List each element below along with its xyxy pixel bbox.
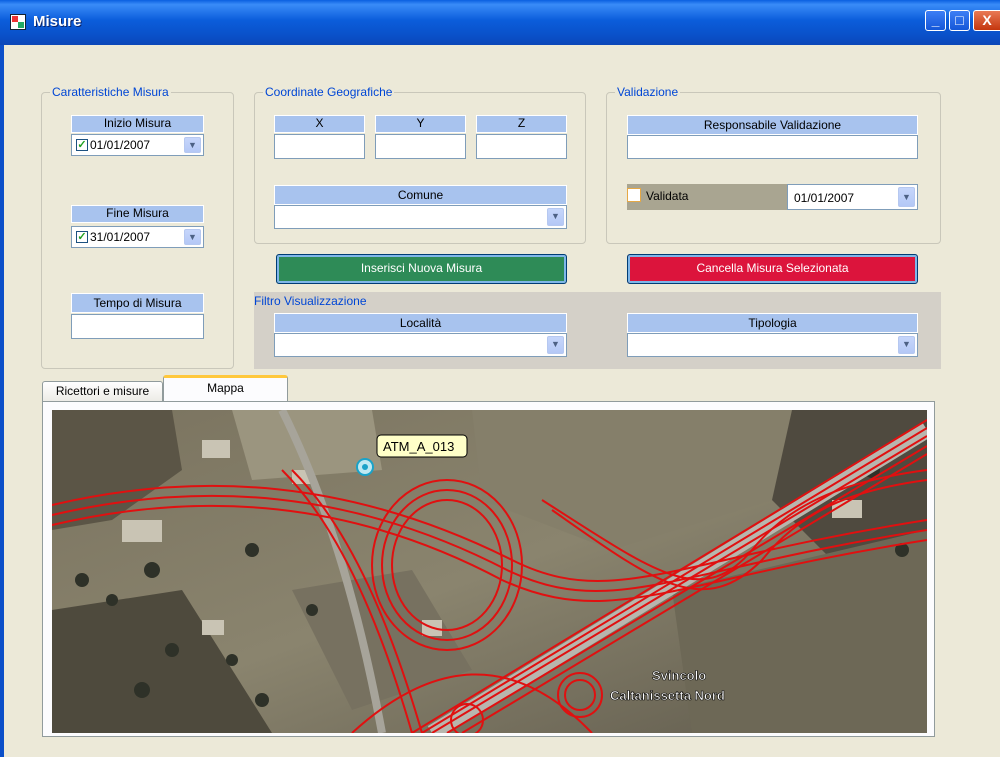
- fine-misura-datepicker[interactable]: ✓ 31/01/2007 ▼: [71, 226, 204, 248]
- comune-label: Comune: [274, 185, 567, 205]
- validazione-date-value: 01/01/2007: [794, 191, 855, 205]
- x-label: X: [274, 115, 365, 133]
- validata-checkbox[interactable]: [627, 188, 641, 202]
- fine-misura-value: 31/01/2007: [90, 230, 151, 244]
- validata-label: Validata: [646, 189, 689, 203]
- chevron-down-icon[interactable]: ▼: [898, 187, 915, 207]
- maximize-button[interactable]: □: [949, 10, 970, 31]
- localita-select[interactable]: ▼: [274, 333, 567, 357]
- inizio-misura-value: 01/01/2007: [90, 138, 151, 152]
- map-view[interactable]: ATM_A_013 Svincolo Caltanissetta Nord: [52, 410, 927, 733]
- z-label: Z: [476, 115, 567, 133]
- responsabile-label: Responsabile Validazione: [627, 115, 918, 135]
- localita-label: Località: [274, 313, 567, 333]
- y-label: Y: [375, 115, 466, 133]
- inizio-misura-datepicker[interactable]: ✓ 01/01/2007 ▼: [71, 134, 204, 156]
- chevron-down-icon[interactable]: ▼: [184, 137, 201, 153]
- comune-select[interactable]: ▼: [274, 205, 567, 229]
- map-place-line1: Svincolo: [652, 668, 706, 683]
- title-bar[interactable]: Misure _ □ X: [0, 0, 1000, 45]
- misure-window: Misure _ □ X Caratteristiche Misura Iniz…: [0, 0, 1000, 757]
- close-button[interactable]: X: [973, 10, 1000, 31]
- chevron-down-icon[interactable]: ▼: [547, 336, 564, 354]
- window-title: Misure: [33, 13, 82, 30]
- inserisci-misura-button[interactable]: Inserisci Nuova Misura: [276, 254, 567, 284]
- map-marker-label: ATM_A_013: [383, 439, 454, 454]
- z-input[interactable]: [476, 134, 567, 159]
- window-frame: [0, 45, 4, 757]
- fine-misura-label: Fine Misura: [71, 205, 204, 223]
- map-marker-icon[interactable]: [356, 458, 374, 476]
- caratteristiche-group-label: Caratteristiche Misura: [50, 85, 171, 99]
- tipologia-select[interactable]: ▼: [627, 333, 918, 357]
- tab-ricettori-misure[interactable]: Ricettori e misure: [42, 381, 163, 402]
- filtro-label: Filtro Visualizzazione: [254, 294, 367, 308]
- chevron-down-icon[interactable]: ▼: [898, 336, 915, 354]
- coordinate-group-label: Coordinate Geografiche: [263, 85, 395, 99]
- map-place-line2: Caltanissetta Nord: [610, 688, 725, 703]
- minimize-button[interactable]: _: [925, 10, 946, 31]
- tipologia-label: Tipologia: [627, 313, 918, 333]
- validata-panel: Validata: [627, 184, 787, 210]
- app-window-icon: [10, 14, 26, 30]
- validazione-datepicker[interactable]: 01/01/2007 ▼: [787, 184, 918, 210]
- chevron-down-icon[interactable]: ▼: [547, 208, 564, 226]
- inizio-misura-label: Inizio Misura: [71, 115, 204, 133]
- tab-mappa[interactable]: Mappa: [163, 375, 288, 402]
- inizio-misura-checkbox[interactable]: ✓: [76, 139, 88, 151]
- aerial-map-image: ATM_A_013 Svincolo Caltanissetta Nord: [52, 410, 927, 733]
- tempo-misura-input[interactable]: [71, 314, 204, 339]
- cancella-misura-button[interactable]: Cancella Misura Selezionata: [627, 254, 918, 284]
- tempo-misura-label: Tempo di Misura: [71, 293, 204, 313]
- x-input[interactable]: [274, 134, 365, 159]
- chevron-down-icon[interactable]: ▼: [184, 229, 201, 245]
- responsabile-input[interactable]: [627, 135, 918, 159]
- validazione-group-label: Validazione: [615, 85, 681, 99]
- y-input[interactable]: [375, 134, 466, 159]
- fine-misura-checkbox[interactable]: ✓: [76, 231, 88, 243]
